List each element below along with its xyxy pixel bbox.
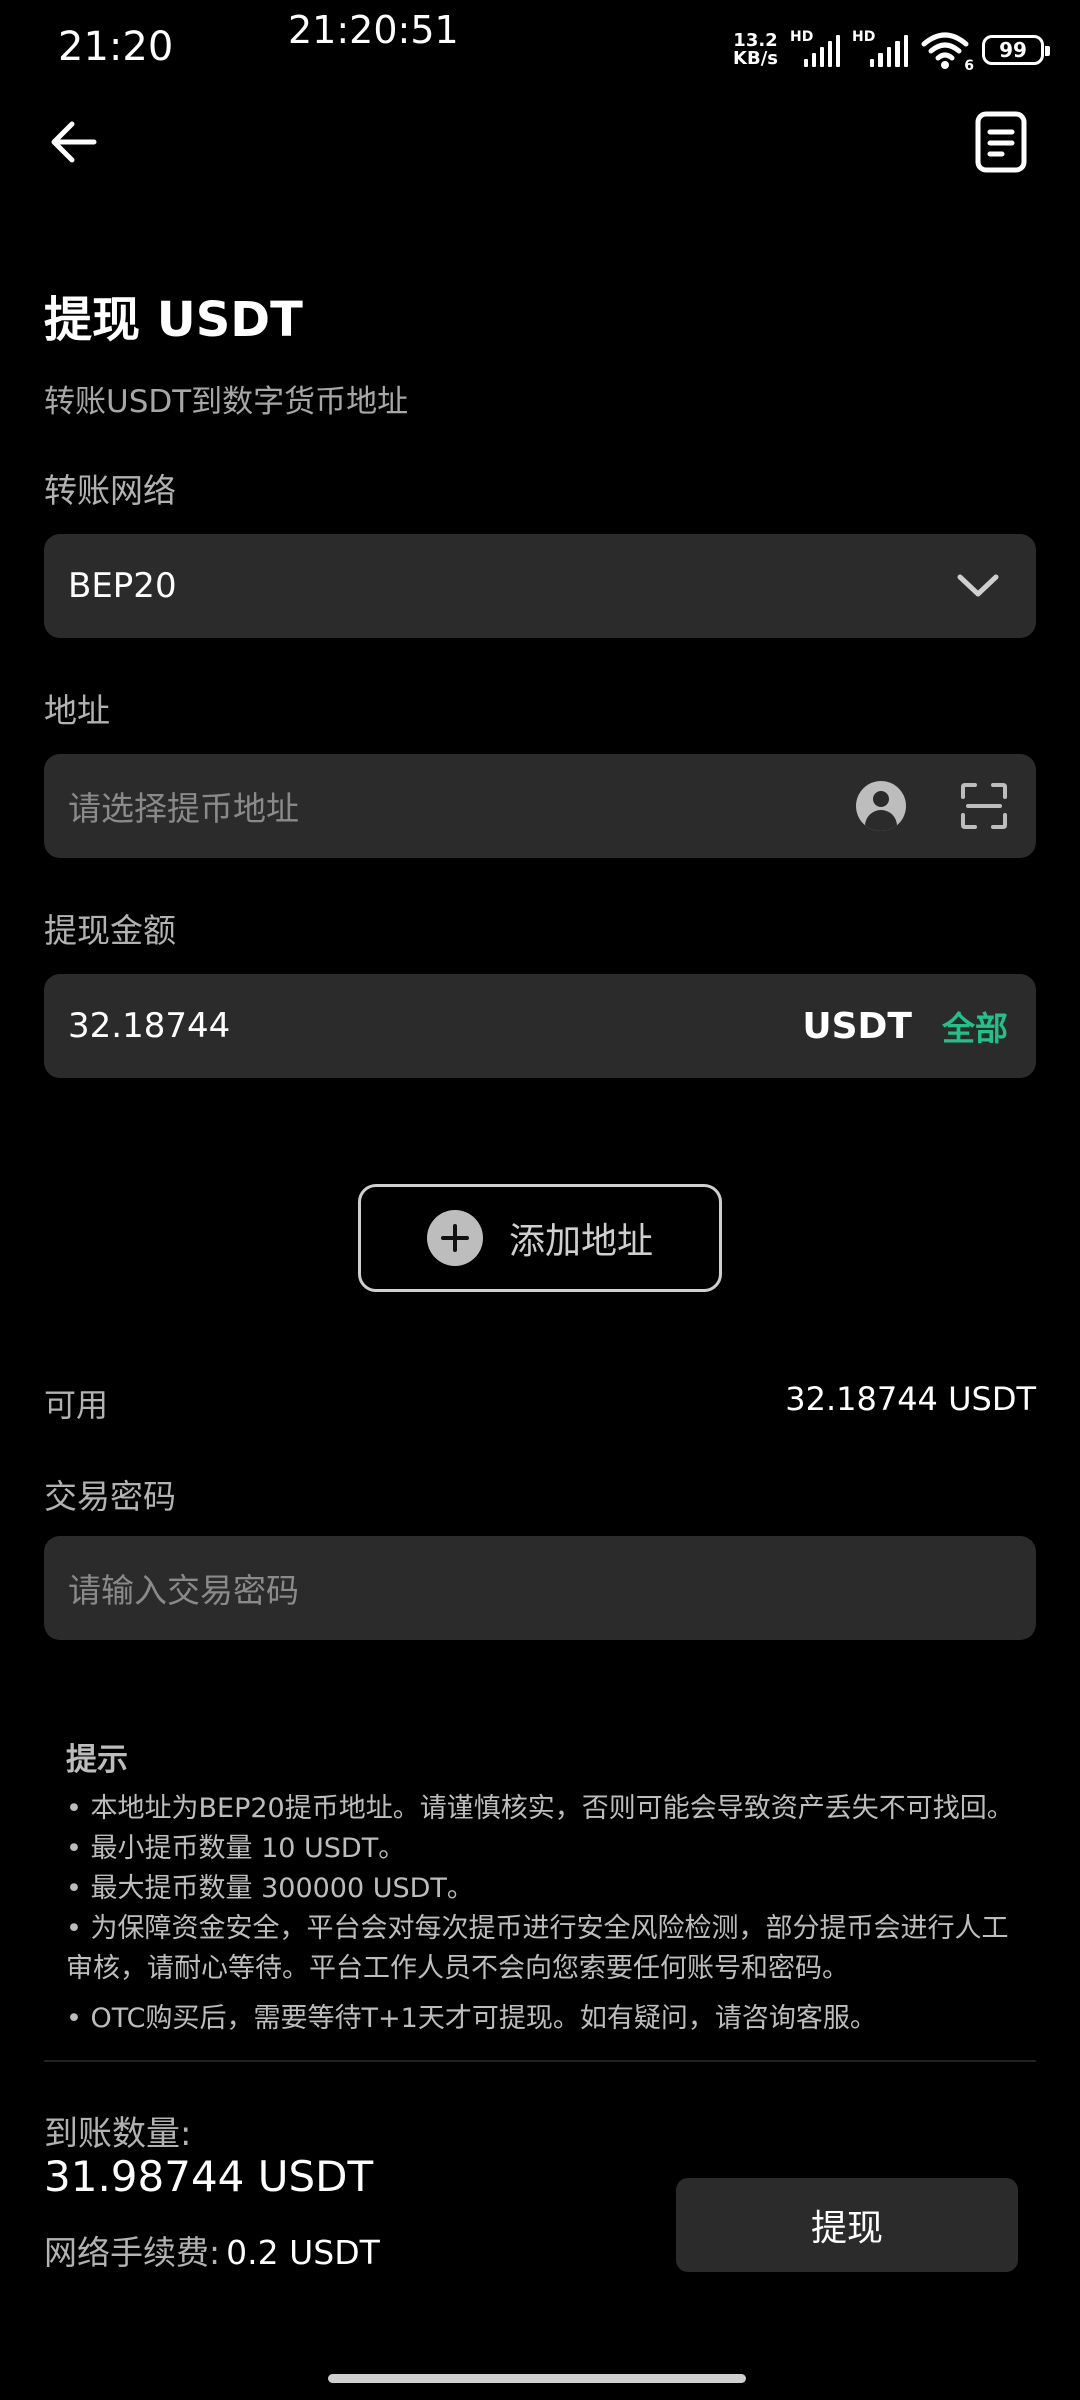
available-value: 32.18744 USDT [785, 1380, 1036, 1418]
fee-value: 0.2 USDT [226, 2233, 380, 2272]
page-subtitle: 转账USDT到数字货币地址 [44, 384, 409, 420]
amount-value[interactable]: 32.18744 [68, 1006, 802, 1046]
amount-label: 提现金额 [44, 911, 176, 950]
received-amount: 31.98744 USDT [44, 2152, 374, 2201]
withdraw-all-button[interactable]: 全部 [942, 1002, 1008, 1050]
network-fee: 网络手续费: 0.2 USDT [44, 2226, 380, 2274]
tip-item: • 最小提币数量 10 USDT。 [66, 1833, 406, 1864]
tip-item: • 最大提币数量 300000 USDT。 [66, 1873, 474, 1904]
withdraw-records-button[interactable] [972, 110, 1032, 176]
battery-icon: 99 [982, 35, 1050, 65]
scan-icon[interactable] [960, 782, 1008, 830]
page-title: 提现 USDT [44, 292, 303, 348]
tip-item: • 本地址为BEP20提币地址。请谨慎核实，否则可能会导致资产丢失不可找回。 [66, 1793, 1014, 1824]
amount-field[interactable]: 32.18744 USDT 全部 [44, 974, 1036, 1078]
address-label: 地址 [44, 691, 110, 730]
hd-label: HD [790, 29, 814, 45]
hd-label: HD [852, 29, 876, 45]
contact-icon[interactable] [856, 781, 906, 831]
document-list-icon [975, 111, 1027, 173]
add-address-button[interactable]: 添加地址 [358, 1184, 722, 1292]
password-label: 交易密码 [44, 1477, 176, 1516]
back-button[interactable] [46, 112, 106, 172]
wifi-badge: 6 [964, 58, 974, 74]
available-label: 可用 [44, 1386, 109, 1424]
status-icons: 13.2 KB/s HD HD 6 99 [733, 29, 1050, 74]
address-placeholder: 请选择提币地址 [68, 789, 299, 828]
status-clock-overlay: 21:20:51 [288, 8, 459, 52]
divider [44, 2060, 1036, 2062]
signal-icon: HD [852, 29, 909, 67]
network-value: BEP20 [68, 566, 177, 606]
net-speed-unit: KB/s [733, 48, 778, 69]
network-label: 转账网络 [44, 471, 176, 510]
fee-label: 网络手续费: [44, 2233, 221, 2272]
amount-unit: USDT [802, 1005, 912, 1047]
battery-level: 99 [999, 38, 1027, 62]
password-field[interactable]: 请输入交易密码 [44, 1536, 1036, 1640]
tips-panel: 提示 • 本地址为BEP20提币地址。请谨慎核实，否则可能会导致资产丢失不可找回… [66, 1734, 1026, 2058]
password-placeholder: 请输入交易密码 [68, 1571, 299, 1610]
network-select[interactable]: BEP20 [44, 534, 1036, 638]
address-field[interactable]: 请选择提币地址 [44, 754, 1036, 858]
arrow-left-icon [51, 121, 97, 163]
plus-circle-icon [426, 1210, 483, 1266]
tips-title: 提示 [66, 1742, 128, 1778]
withdraw-submit-button[interactable]: 提现 [676, 2178, 1018, 2272]
tip-item: • 为保障资金安全，平台会对每次提币进行安全风险检测，部分提币会进行人工审核，请… [66, 1913, 1009, 1984]
net-speed: 13.2 KB/s [733, 32, 778, 68]
add-address-label: 添加地址 [508, 1221, 653, 1262]
signal-icon: HD [790, 29, 840, 67]
received-label: 到账数量: [44, 2114, 192, 2154]
tip-item: • OTC购买后，需要等待T+1天才可提现。如有疑问，请咨询客服。 [66, 2003, 877, 2034]
chevron-down-icon [957, 574, 999, 597]
wifi-icon: 6 [920, 30, 974, 74]
status-time: 21:20 [58, 24, 174, 70]
home-indicator[interactable] [328, 2374, 746, 2383]
